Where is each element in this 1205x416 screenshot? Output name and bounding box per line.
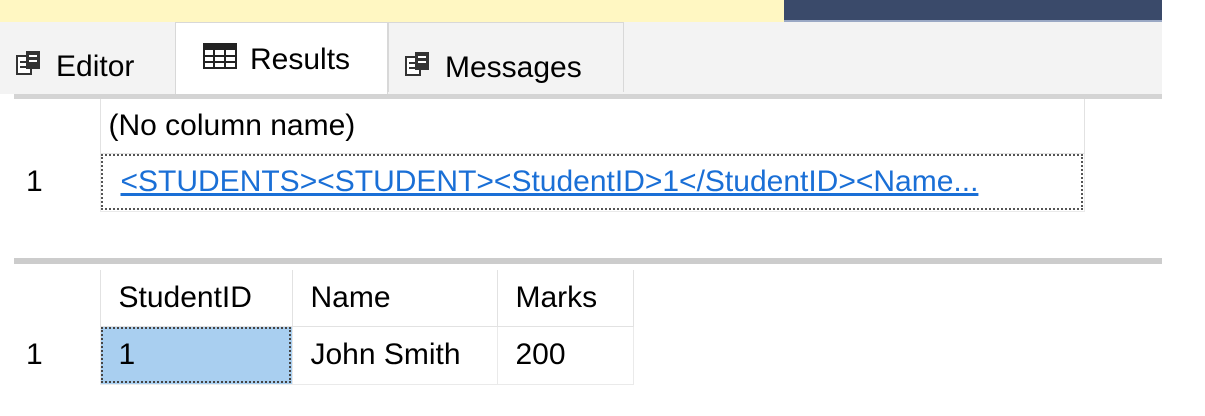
cell-marks[interactable]: 200	[496, 325, 634, 385]
tab-results[interactable]: Results	[175, 22, 388, 96]
result-grid-1: (No column name) 1 <STUDENTS><STUDENT><S…	[14, 99, 1085, 212]
tab-editor-label: Editor	[56, 50, 135, 83]
grid-header-row: StudentID Name Marks	[14, 270, 634, 327]
editor-icon	[14, 48, 44, 86]
column-header-marks[interactable]: Marks	[496, 270, 634, 327]
grid-icon	[202, 42, 238, 78]
tab-editor[interactable]: Editor	[0, 22, 175, 92]
cell-name[interactable]: John Smith	[291, 325, 498, 385]
column-header-studentid[interactable]: StudentID	[99, 270, 293, 327]
table-row[interactable]: 1 <STUDENTS><STUDENT><StudentID>1</Stude…	[14, 152, 1085, 212]
grid-header-row: (No column name)	[14, 99, 1085, 154]
grid-splitter[interactable]	[14, 258, 1162, 264]
column-header-name[interactable]: Name	[291, 270, 498, 327]
column-header[interactable]: (No column name)	[99, 99, 1085, 154]
row-header-corner[interactable]	[14, 99, 100, 153]
row-header-corner[interactable]	[14, 270, 100, 326]
cell-studentid[interactable]: 1	[99, 325, 293, 385]
query-editor-strip	[0, 0, 784, 22]
editor-scrollbar-area	[784, 0, 1162, 22]
tab-messages[interactable]: Messages	[388, 22, 624, 92]
tab-results-label: Results	[250, 42, 351, 76]
result-grid-2: StudentID Name Marks 1 1 John Smith 200	[14, 270, 634, 385]
row-number[interactable]: 1	[14, 326, 100, 384]
tab-messages-label: Messages	[445, 50, 582, 84]
xml-result-link[interactable]: <STUDENTS><STUDENT><StudentID>1</Student…	[99, 152, 1085, 212]
messages-icon	[403, 49, 433, 87]
table-row[interactable]: 1 1 John Smith 200	[14, 325, 634, 385]
row-number[interactable]: 1	[14, 153, 100, 211]
